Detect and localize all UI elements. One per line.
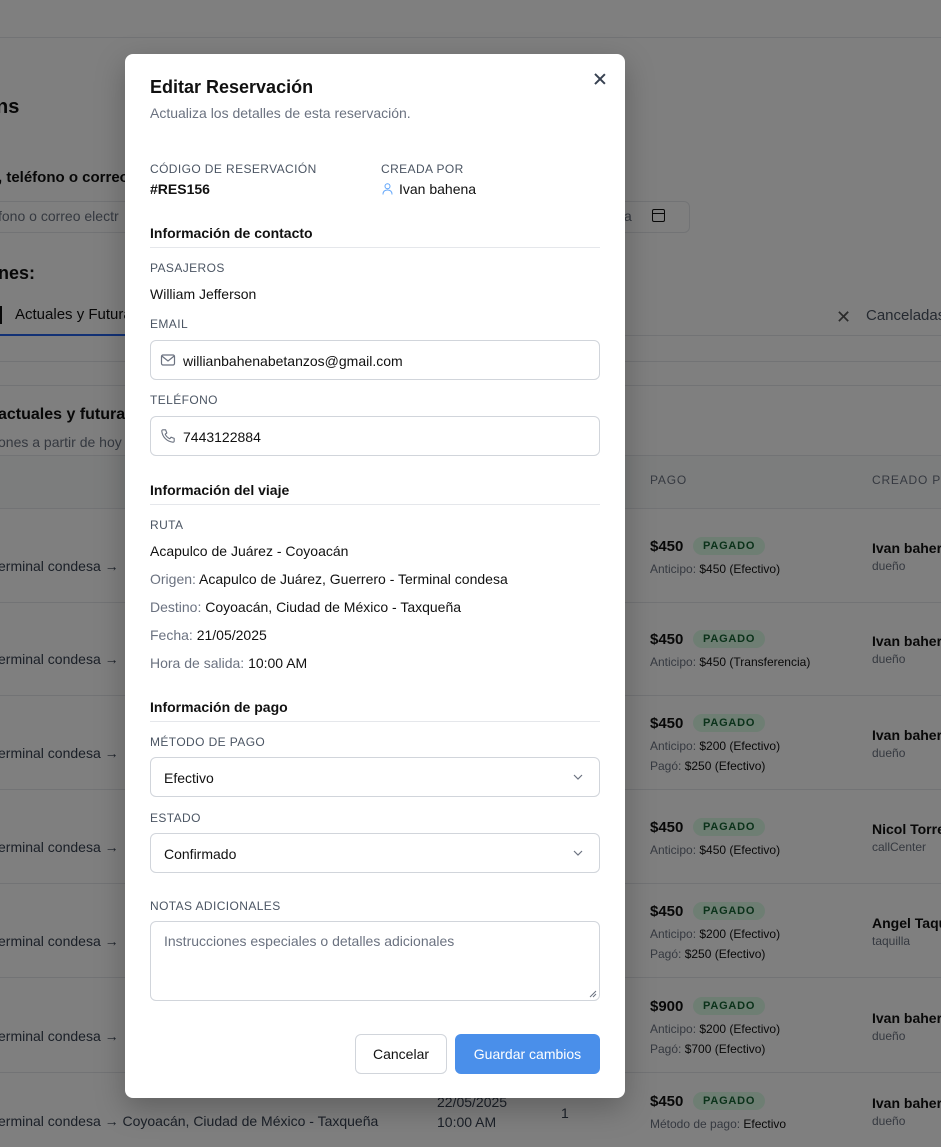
date-line: Fecha: 21/05/2025	[150, 627, 267, 643]
reservation-code: #RES156	[150, 181, 210, 197]
trip-section-heading: Información del viaje	[150, 482, 600, 505]
dialog-description: Actualiza los detalles de esta reservaci…	[150, 105, 411, 121]
close-icon[interactable]	[591, 70, 609, 88]
phone-value: 7443122884	[183, 429, 261, 445]
notes-label: NOTAS ADICIONALES	[150, 899, 281, 913]
edit-reservation-dialog: Editar Reservación Actualiza los detalle…	[125, 54, 625, 1098]
reservation-code-label: CÓDIGO DE RESERVACIÓN	[150, 162, 317, 176]
contact-section-heading: Información de contacto	[150, 225, 600, 248]
origin-line: Origen: Acapulco de Juárez, Guerrero - T…	[150, 571, 508, 587]
passengers-value: William Jefferson	[150, 286, 257, 302]
user-icon	[382, 182, 393, 200]
notes-textarea[interactable]: Instrucciones especiales o detalles adic…	[150, 921, 600, 1001]
status-label: ESTADO	[150, 811, 201, 825]
payment-section-heading: Información de pago	[150, 699, 600, 722]
dialog-title: Editar Reservación	[150, 77, 314, 97]
save-changes-button[interactable]: Guardar cambios	[455, 1034, 600, 1074]
payment-method-select[interactable]: Efectivo	[150, 757, 600, 797]
mail-icon	[160, 354, 176, 366]
email-value: willianbahenabetanzos@gmail.com	[183, 353, 403, 369]
email-label: EMAIL	[150, 317, 189, 331]
route-label: RUTA	[150, 518, 184, 532]
payment-method-label: MÉTODO DE PAGO	[150, 735, 266, 749]
created-by-value: Ivan bahena	[399, 181, 477, 197]
notes-placeholder: Instrucciones especiales o detalles adic…	[164, 933, 455, 949]
phone-icon	[161, 429, 175, 443]
cancel-button[interactable]: Cancelar	[355, 1034, 447, 1074]
phone-field[interactable]: 7443122884	[150, 416, 600, 456]
passengers-label: PASAJEROS	[150, 261, 225, 275]
departure-time-line: Hora de salida: 10:00 AM	[150, 655, 308, 671]
destination-line: Destino: Coyoacán, Ciudad de México - Ta…	[150, 599, 462, 615]
resize-handle-icon[interactable]	[589, 990, 597, 998]
chevron-down-icon	[573, 774, 583, 780]
payment-method-value: Efectivo	[164, 770, 214, 786]
created-by-label: CREADA POR	[381, 162, 464, 176]
email-field[interactable]: willianbahenabetanzos@gmail.com	[150, 340, 600, 380]
phone-label: TELÉFONO	[150, 393, 218, 407]
chevron-down-icon	[573, 850, 583, 856]
route-value: Acapulco de Juárez - Coyoacán	[150, 543, 349, 559]
status-value: Confirmado	[164, 846, 237, 862]
status-select[interactable]: Confirmado	[150, 833, 600, 873]
